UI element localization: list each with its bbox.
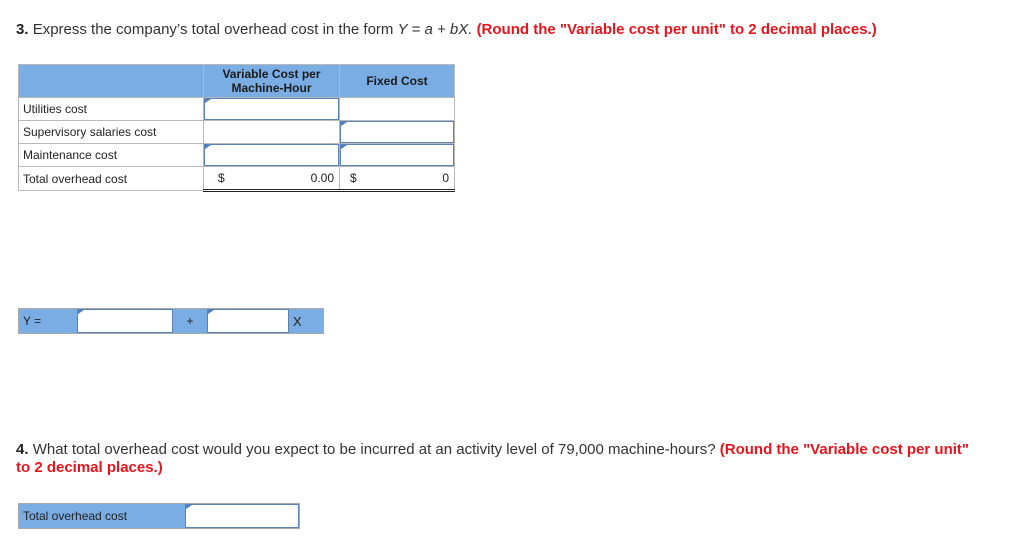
total-overhead-input[interactable]	[185, 504, 299, 528]
supervisory-variable-cell	[203, 120, 340, 144]
table-row: Utilities cost	[18, 97, 455, 121]
header-blank	[18, 64, 204, 98]
cost-equation: Y = + X	[18, 308, 324, 334]
question-3-number: 3.	[16, 21, 29, 38]
fixed-total-value: 0	[442, 171, 449, 185]
utilities-fixed-cell	[339, 97, 455, 121]
header-fixed-cost: Fixed Cost	[339, 64, 455, 98]
total-overhead-label: Total overhead cost	[19, 504, 185, 528]
row-label: Maintenance cost	[18, 143, 204, 167]
header-variable-cost: Variable Cost per Machine-Hour	[203, 64, 340, 98]
x-label: X	[289, 309, 323, 333]
maintenance-fixed-input[interactable]	[340, 144, 454, 166]
question-3-instruction: (Round the "Variable cost per unit" to 2…	[476, 21, 877, 38]
variable-currency: $	[218, 171, 225, 185]
variable-rate-input[interactable]	[207, 309, 289, 333]
maintenance-variable-input[interactable]	[204, 144, 339, 166]
question-4-number: 4.	[16, 441, 29, 458]
cost-table: Variable Cost per Machine-Hour Fixed Cos…	[18, 64, 455, 192]
y-label: Y =	[19, 309, 77, 333]
total-label: Total overhead cost	[18, 166, 204, 191]
question-4: 4. What total overhead cost would you ex…	[16, 441, 976, 477]
variable-total-value: 0.00	[310, 171, 334, 185]
table-row: Maintenance cost	[18, 143, 455, 167]
table-row: Supervisory salaries cost	[18, 120, 455, 144]
question-3-formula: Y = a + bX.	[397, 21, 473, 38]
header-row: Variable Cost per Machine-Hour Fixed Cos…	[18, 64, 455, 98]
fixed-currency: $	[350, 171, 357, 185]
row-label: Supervisory salaries cost	[18, 120, 204, 144]
question-4-text: What total overhead cost would you expec…	[32, 441, 716, 458]
question-3-text: Express the company’s total overhead cos…	[32, 21, 394, 38]
plus-label: +	[173, 309, 207, 333]
question-3: 3. Express the company’s total overhead …	[16, 21, 877, 39]
utilities-variable-input[interactable]	[204, 98, 339, 120]
total-overhead-answer: Total overhead cost	[18, 503, 300, 529]
fixed-cost-input[interactable]	[77, 309, 173, 333]
row-label: Utilities cost	[18, 97, 204, 121]
supervisory-fixed-input[interactable]	[340, 121, 454, 143]
total-row: Total overhead cost $ 0.00 $ 0	[18, 166, 455, 192]
